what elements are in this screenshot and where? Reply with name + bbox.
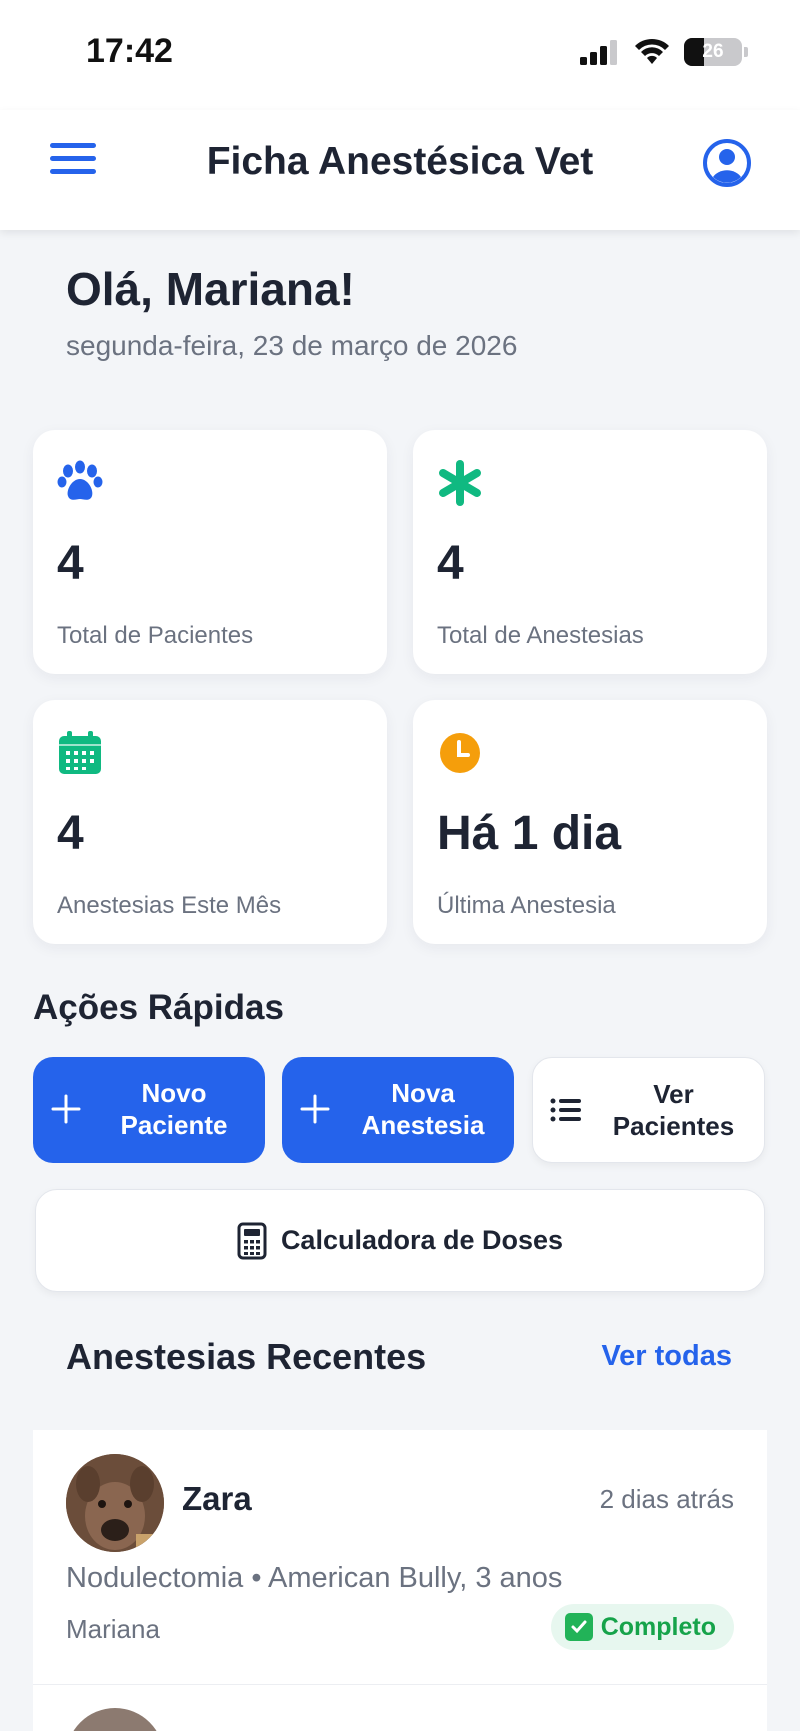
status-bar: 17:42 26 (0, 0, 800, 110)
new-patient-button[interactable]: Novo Paciente (33, 1057, 265, 1163)
stat-card-month: 4 Anestesias Este Mês (33, 700, 387, 944)
wifi-icon (635, 38, 669, 64)
new-anesthesia-button[interactable]: Nova Anestesia (282, 1057, 514, 1163)
app-title: Ficha Anestésica Vet (206, 140, 594, 183)
battery-icon: 26 (684, 38, 742, 66)
greeting-title: Olá, Mariana! (66, 263, 355, 315)
avatar (66, 1454, 164, 1552)
list-icon (550, 1098, 581, 1122)
recent-anesthesias-list: Zara 2 dias atrás Nodulectomia • America… (33, 1430, 767, 1731)
status-text: Completo (600, 1612, 716, 1641)
view-patients-button[interactable]: Ver Pacientes (532, 1057, 765, 1163)
app-header: Ficha Anestésica Vet (0, 110, 800, 230)
new-anesthesia-label: Nova Anestesia (361, 1078, 485, 1140)
calendar-icon (59, 731, 101, 774)
stat-label: Total de Anestesias (437, 622, 644, 649)
stat-value: 4 (57, 537, 84, 590)
battery-level: 26 (702, 41, 724, 62)
list-item[interactable]: Zara 2 dias atrás Nodulectomia • America… (33, 1430, 767, 1685)
see-all-link[interactable]: Ver todas (601, 1340, 732, 1373)
new-patient-label: Novo Paciente (120, 1078, 228, 1140)
paw-icon (57, 460, 103, 500)
status-time: 17:42 (86, 32, 173, 70)
asterisk-icon (439, 460, 481, 506)
stat-label: Total de Pacientes (57, 622, 254, 649)
pet-name: Zara (182, 1480, 252, 1517)
stat-label: Anestesias Este Mês (57, 892, 282, 919)
stat-card-last: Há 1 dia Última Anestesia (413, 700, 767, 944)
procedure-info: Nodulectomia • American Bully, 3 anos (66, 1562, 563, 1594)
signal-icon (580, 40, 617, 65)
dose-calculator-button[interactable]: Calculadora de Doses (35, 1189, 765, 1292)
quick-actions-title: Ações Rápidas (33, 988, 284, 1027)
recent-anesthesias-title: Anestesias Recentes (66, 1336, 427, 1377)
stat-value: 4 (57, 807, 84, 860)
calculator-icon (237, 1222, 267, 1259)
avatar (66, 1708, 164, 1731)
current-date: segunda-feira, 23 de março de 2026 (66, 330, 518, 361)
stat-label: Última Anestesia (437, 892, 616, 919)
status-badge: Completo (550, 1604, 734, 1650)
view-patients-label: Ver Pacientes (612, 1079, 735, 1141)
time-ago: 2 dias atrás (599, 1484, 734, 1514)
plus-icon (300, 1094, 330, 1124)
dose-calculator-label: Calculadora de Doses (280, 1225, 564, 1255)
plus-icon (51, 1094, 81, 1124)
status-icons: 26 (580, 38, 748, 66)
user-circle-icon[interactable] (702, 138, 752, 188)
stat-card-patients: 4 Total de Pacientes (33, 430, 387, 674)
check-icon (564, 1613, 593, 1641)
stat-card-anesthesias: 4 Total de Anestesias (413, 430, 767, 674)
stat-value: Há 1 dia (437, 807, 622, 860)
vet-name: Mariana (66, 1614, 160, 1644)
clock-icon (440, 733, 480, 773)
stat-value: 4 (437, 537, 464, 590)
